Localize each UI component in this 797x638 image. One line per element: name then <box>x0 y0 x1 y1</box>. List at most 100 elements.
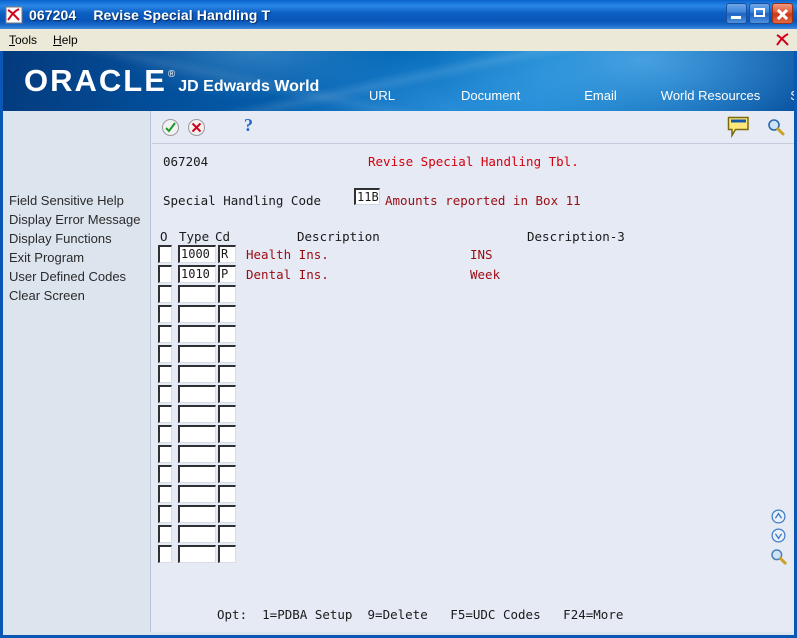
sidebar-item-clear-screen[interactable]: Clear Screen <box>9 286 151 305</box>
row-type-input[interactable] <box>178 405 216 423</box>
note-bubble-icon[interactable] <box>727 116 750 139</box>
program-number: 067204 <box>163 154 209 169</box>
form-toolbar: ? <box>152 111 794 144</box>
row-type-input[interactable]: 1010 <box>178 265 216 283</box>
row-option-input[interactable] <box>158 345 172 363</box>
row-description3-text: Week <box>470 267 501 282</box>
oracle-wordmark: ORACLE <box>24 63 167 98</box>
row-option-input[interactable] <box>158 385 172 403</box>
row-code-input[interactable]: R <box>218 245 236 263</box>
options-line: Opt: 1=PDBA Setup 9=Delete F5=UDC Codes … <box>217 607 624 622</box>
row-option-input[interactable] <box>158 365 172 383</box>
row-code-input[interactable] <box>218 345 236 363</box>
window-title: 067204 Revise Special Handling T <box>29 7 270 23</box>
row-type-input[interactable] <box>178 445 216 463</box>
column-header-code: Cd <box>215 229 231 244</box>
minimize-button[interactable] <box>726 3 747 24</box>
row-type-input[interactable] <box>178 285 216 303</box>
sidebar-item-display-error-message[interactable]: Display Error Message <box>9 210 151 229</box>
row-code-input[interactable] <box>218 505 236 523</box>
row-option-input[interactable] <box>158 405 172 423</box>
table-row <box>152 465 794 485</box>
row-type-input[interactable] <box>178 365 216 383</box>
sidebar-item-field-sensitive-help[interactable]: Field Sensitive Help <box>9 191 151 210</box>
sidebar-item-exit-program[interactable]: Exit Program <box>9 248 151 267</box>
banner-nav-world-resources[interactable]: World Resources <box>650 88 771 103</box>
row-code-input[interactable] <box>218 385 236 403</box>
row-option-input[interactable] <box>158 445 172 463</box>
form-panel: ? 067204 Revise Special Handling Tbl. Sp… <box>152 111 794 635</box>
sidebar-item-user-defined-codes[interactable]: User Defined Codes <box>9 267 151 286</box>
close-button[interactable] <box>772 3 793 24</box>
banner-nav-support[interactable]: Support <box>779 88 794 103</box>
table-row <box>152 405 794 425</box>
table-row <box>152 365 794 385</box>
grid-header: O Type Cd Description Description-3 <box>152 229 794 245</box>
row-type-input[interactable] <box>178 485 216 503</box>
row-option-input[interactable] <box>158 485 172 503</box>
row-option-input[interactable] <box>158 285 172 303</box>
row-code-input[interactable] <box>218 545 236 563</box>
menu-item-help[interactable]: Help <box>46 31 85 49</box>
column-header-description: Description <box>297 229 380 244</box>
special-handling-code-label: Special Handling Code <box>163 193 322 208</box>
column-header-type: Type <box>179 229 210 244</box>
row-code-input[interactable] <box>218 285 236 303</box>
row-type-input[interactable] <box>178 425 216 443</box>
table-row: 1000 R Health Ins. INS <box>152 245 794 265</box>
sidebar-item-display-functions[interactable]: Display Functions <box>9 229 151 248</box>
jde-logo-icon <box>774 31 792 49</box>
table-row <box>152 425 794 445</box>
green-check-icon[interactable] <box>162 119 179 136</box>
magnifier-icon[interactable] <box>767 118 785 136</box>
row-code-input[interactable] <box>218 325 236 343</box>
red-x-icon[interactable] <box>188 119 205 136</box>
row-option-input[interactable] <box>158 525 172 543</box>
row-option-input[interactable] <box>158 465 172 483</box>
row-option-input[interactable] <box>158 505 172 523</box>
table-row <box>152 385 794 405</box>
row-type-input[interactable] <box>178 465 216 483</box>
maximize-button[interactable] <box>749 3 770 24</box>
circle-up-arrow-icon[interactable] <box>771 509 786 524</box>
row-code-input[interactable] <box>218 425 236 443</box>
row-type-input[interactable] <box>178 325 216 343</box>
row-type-input[interactable]: 1000 <box>178 245 216 263</box>
window-controls <box>726 3 793 24</box>
banner-nav-url[interactable]: URL <box>358 88 406 103</box>
menu-item-tools[interactable]: Tools <box>2 31 44 49</box>
row-option-input[interactable] <box>158 265 172 283</box>
row-type-input[interactable] <box>178 505 216 523</box>
banner-nav-document[interactable]: Document <box>450 88 531 103</box>
row-code-input[interactable] <box>218 405 236 423</box>
row-type-input[interactable] <box>178 525 216 543</box>
row-code-input[interactable] <box>218 365 236 383</box>
row-code-input[interactable]: P <box>218 265 236 283</box>
row-option-input[interactable] <box>158 245 172 263</box>
menu-item-help-label: elp <box>61 33 78 47</box>
row-code-input[interactable] <box>218 525 236 543</box>
table-row <box>152 485 794 505</box>
help-question-icon[interactable]: ? <box>244 115 253 136</box>
row-type-input[interactable] <box>178 545 216 563</box>
row-code-input[interactable] <box>218 445 236 463</box>
row-code-input[interactable] <box>218 485 236 503</box>
banner-nav-email[interactable]: Email <box>573 88 628 103</box>
row-code-input[interactable] <box>218 465 236 483</box>
row-option-input[interactable] <box>158 305 172 323</box>
magnifier-icon[interactable] <box>770 548 787 565</box>
row-option-input[interactable] <box>158 425 172 443</box>
status-strip <box>3 632 794 635</box>
row-code-input[interactable] <box>218 305 236 323</box>
special-handling-code-input[interactable]: 11B <box>354 188 380 205</box>
table-row <box>152 445 794 465</box>
row-type-input[interactable] <box>178 305 216 323</box>
row-option-input[interactable] <box>158 545 172 563</box>
column-header-description3: Description-3 <box>527 229 625 244</box>
form-body: 067204 Revise Special Handling Tbl. Spec… <box>152 144 794 635</box>
row-type-input[interactable] <box>178 345 216 363</box>
row-option-input[interactable] <box>158 325 172 343</box>
circle-down-arrow-icon[interactable] <box>771 528 786 543</box>
product-name: JD Edwards World <box>178 78 320 95</box>
row-type-input[interactable] <box>178 385 216 403</box>
